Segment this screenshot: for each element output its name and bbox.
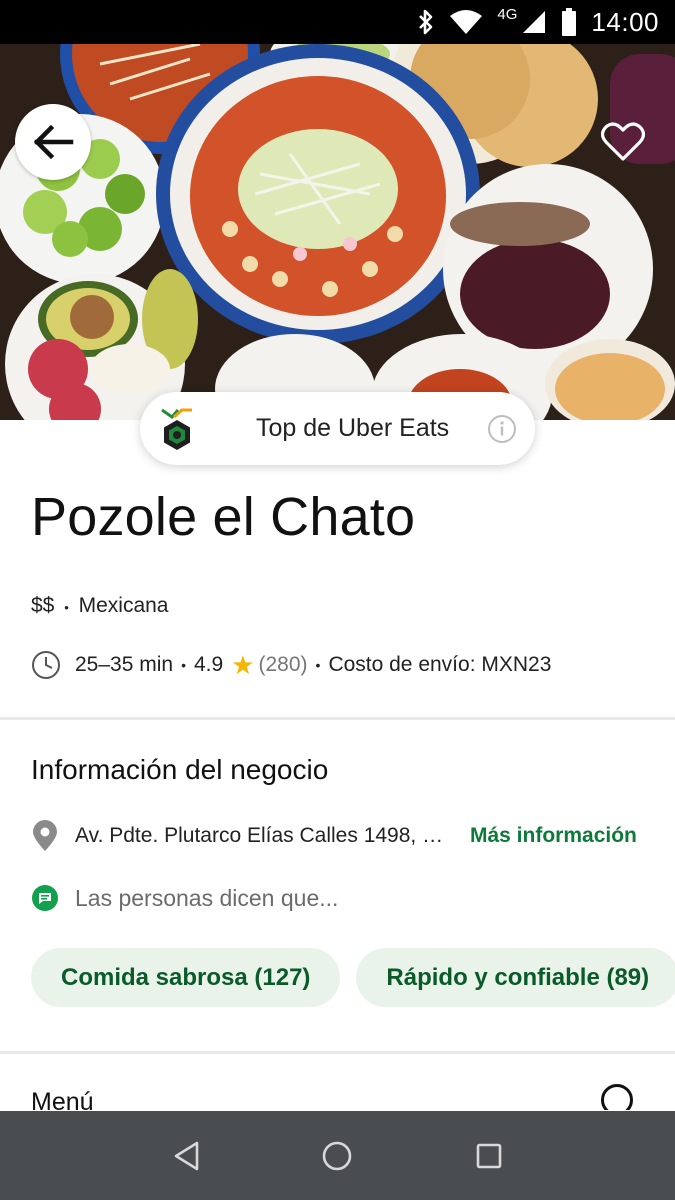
circle-home-icon bbox=[323, 1141, 352, 1170]
status-bar: 4G 14:00 bbox=[0, 0, 675, 44]
top-eats-badge-icon bbox=[161, 408, 192, 450]
rating-value: 4.9 bbox=[193, 653, 224, 676]
delivery-time: 25–35 min bbox=[75, 653, 174, 676]
android-nav-bar bbox=[0, 1111, 675, 1200]
separator-dot: • bbox=[64, 600, 69, 615]
nav-home-button[interactable] bbox=[317, 1136, 357, 1176]
restaurant-meta: $$ • Mexicana bbox=[31, 594, 169, 618]
review-chips: Comida sabrosa (127) Rápido y confiable … bbox=[31, 948, 675, 1007]
bluetooth-icon bbox=[419, 9, 433, 35]
square-recents-icon bbox=[476, 1143, 502, 1168]
network-type: 4G bbox=[497, 5, 518, 23]
top-uber-eats-badge[interactable]: Top de Uber Eats bbox=[140, 392, 535, 465]
status-time: 14:00 bbox=[591, 6, 659, 37]
nav-recents-button[interactable] bbox=[469, 1136, 509, 1176]
favorite-button[interactable] bbox=[599, 118, 647, 166]
people-say-text: Las personas dicen que... bbox=[75, 884, 339, 911]
address-row: Av. Pdte. Plutarco Elías Calles 1498, Re… bbox=[31, 818, 651, 854]
back-button[interactable] bbox=[15, 104, 91, 180]
delivery-fee: Costo de envío: MXN23 bbox=[328, 653, 552, 676]
star-icon: ★ bbox=[231, 650, 255, 680]
nav-back-button[interactable] bbox=[166, 1136, 206, 1176]
heart-outline-icon bbox=[601, 122, 645, 161]
review-chip[interactable]: Rápido y confiable (89) bbox=[356, 948, 675, 1007]
battery-icon bbox=[562, 8, 577, 36]
restaurant-stats: 25–35 min • 4.9 ★ (280) • Costo de envío… bbox=[31, 650, 551, 680]
section-divider bbox=[0, 1051, 675, 1054]
rating-count: (280) bbox=[258, 653, 308, 676]
cuisine-type: Mexicana bbox=[78, 594, 169, 617]
menu-header[interactable]: Menú bbox=[31, 1084, 641, 1110]
restaurant-address: Av. Pdte. Plutarco Elías Calles 1498, Re… bbox=[75, 824, 453, 847]
restaurant-hero-image bbox=[0, 44, 675, 420]
search-icon[interactable] bbox=[601, 1084, 633, 1110]
menu-label: Menú bbox=[31, 1088, 94, 1110]
more-info-link[interactable]: Más información bbox=[470, 824, 637, 848]
price-level: $$ bbox=[31, 594, 55, 617]
business-info-title: Información del negocio bbox=[31, 754, 329, 785]
chat-bubble-icon bbox=[32, 885, 58, 911]
separator-dot: • bbox=[315, 657, 321, 673]
signal-icon bbox=[523, 11, 546, 33]
info-icon[interactable] bbox=[487, 414, 517, 444]
wifi-icon bbox=[450, 10, 483, 34]
arrow-left-icon bbox=[33, 124, 74, 160]
clock-icon bbox=[32, 651, 60, 679]
triangle-back-icon bbox=[174, 1141, 199, 1170]
location-pin-icon bbox=[33, 820, 57, 851]
people-say-row: Las personas dicen que... bbox=[31, 884, 338, 912]
separator-dot: • bbox=[181, 657, 186, 673]
review-chip[interactable]: Comida sabrosa (127) bbox=[31, 948, 341, 1007]
restaurant-name: Pozole el Chato bbox=[31, 487, 416, 547]
badge-label: Top de Uber Eats bbox=[256, 414, 450, 442]
section-divider bbox=[0, 717, 675, 720]
